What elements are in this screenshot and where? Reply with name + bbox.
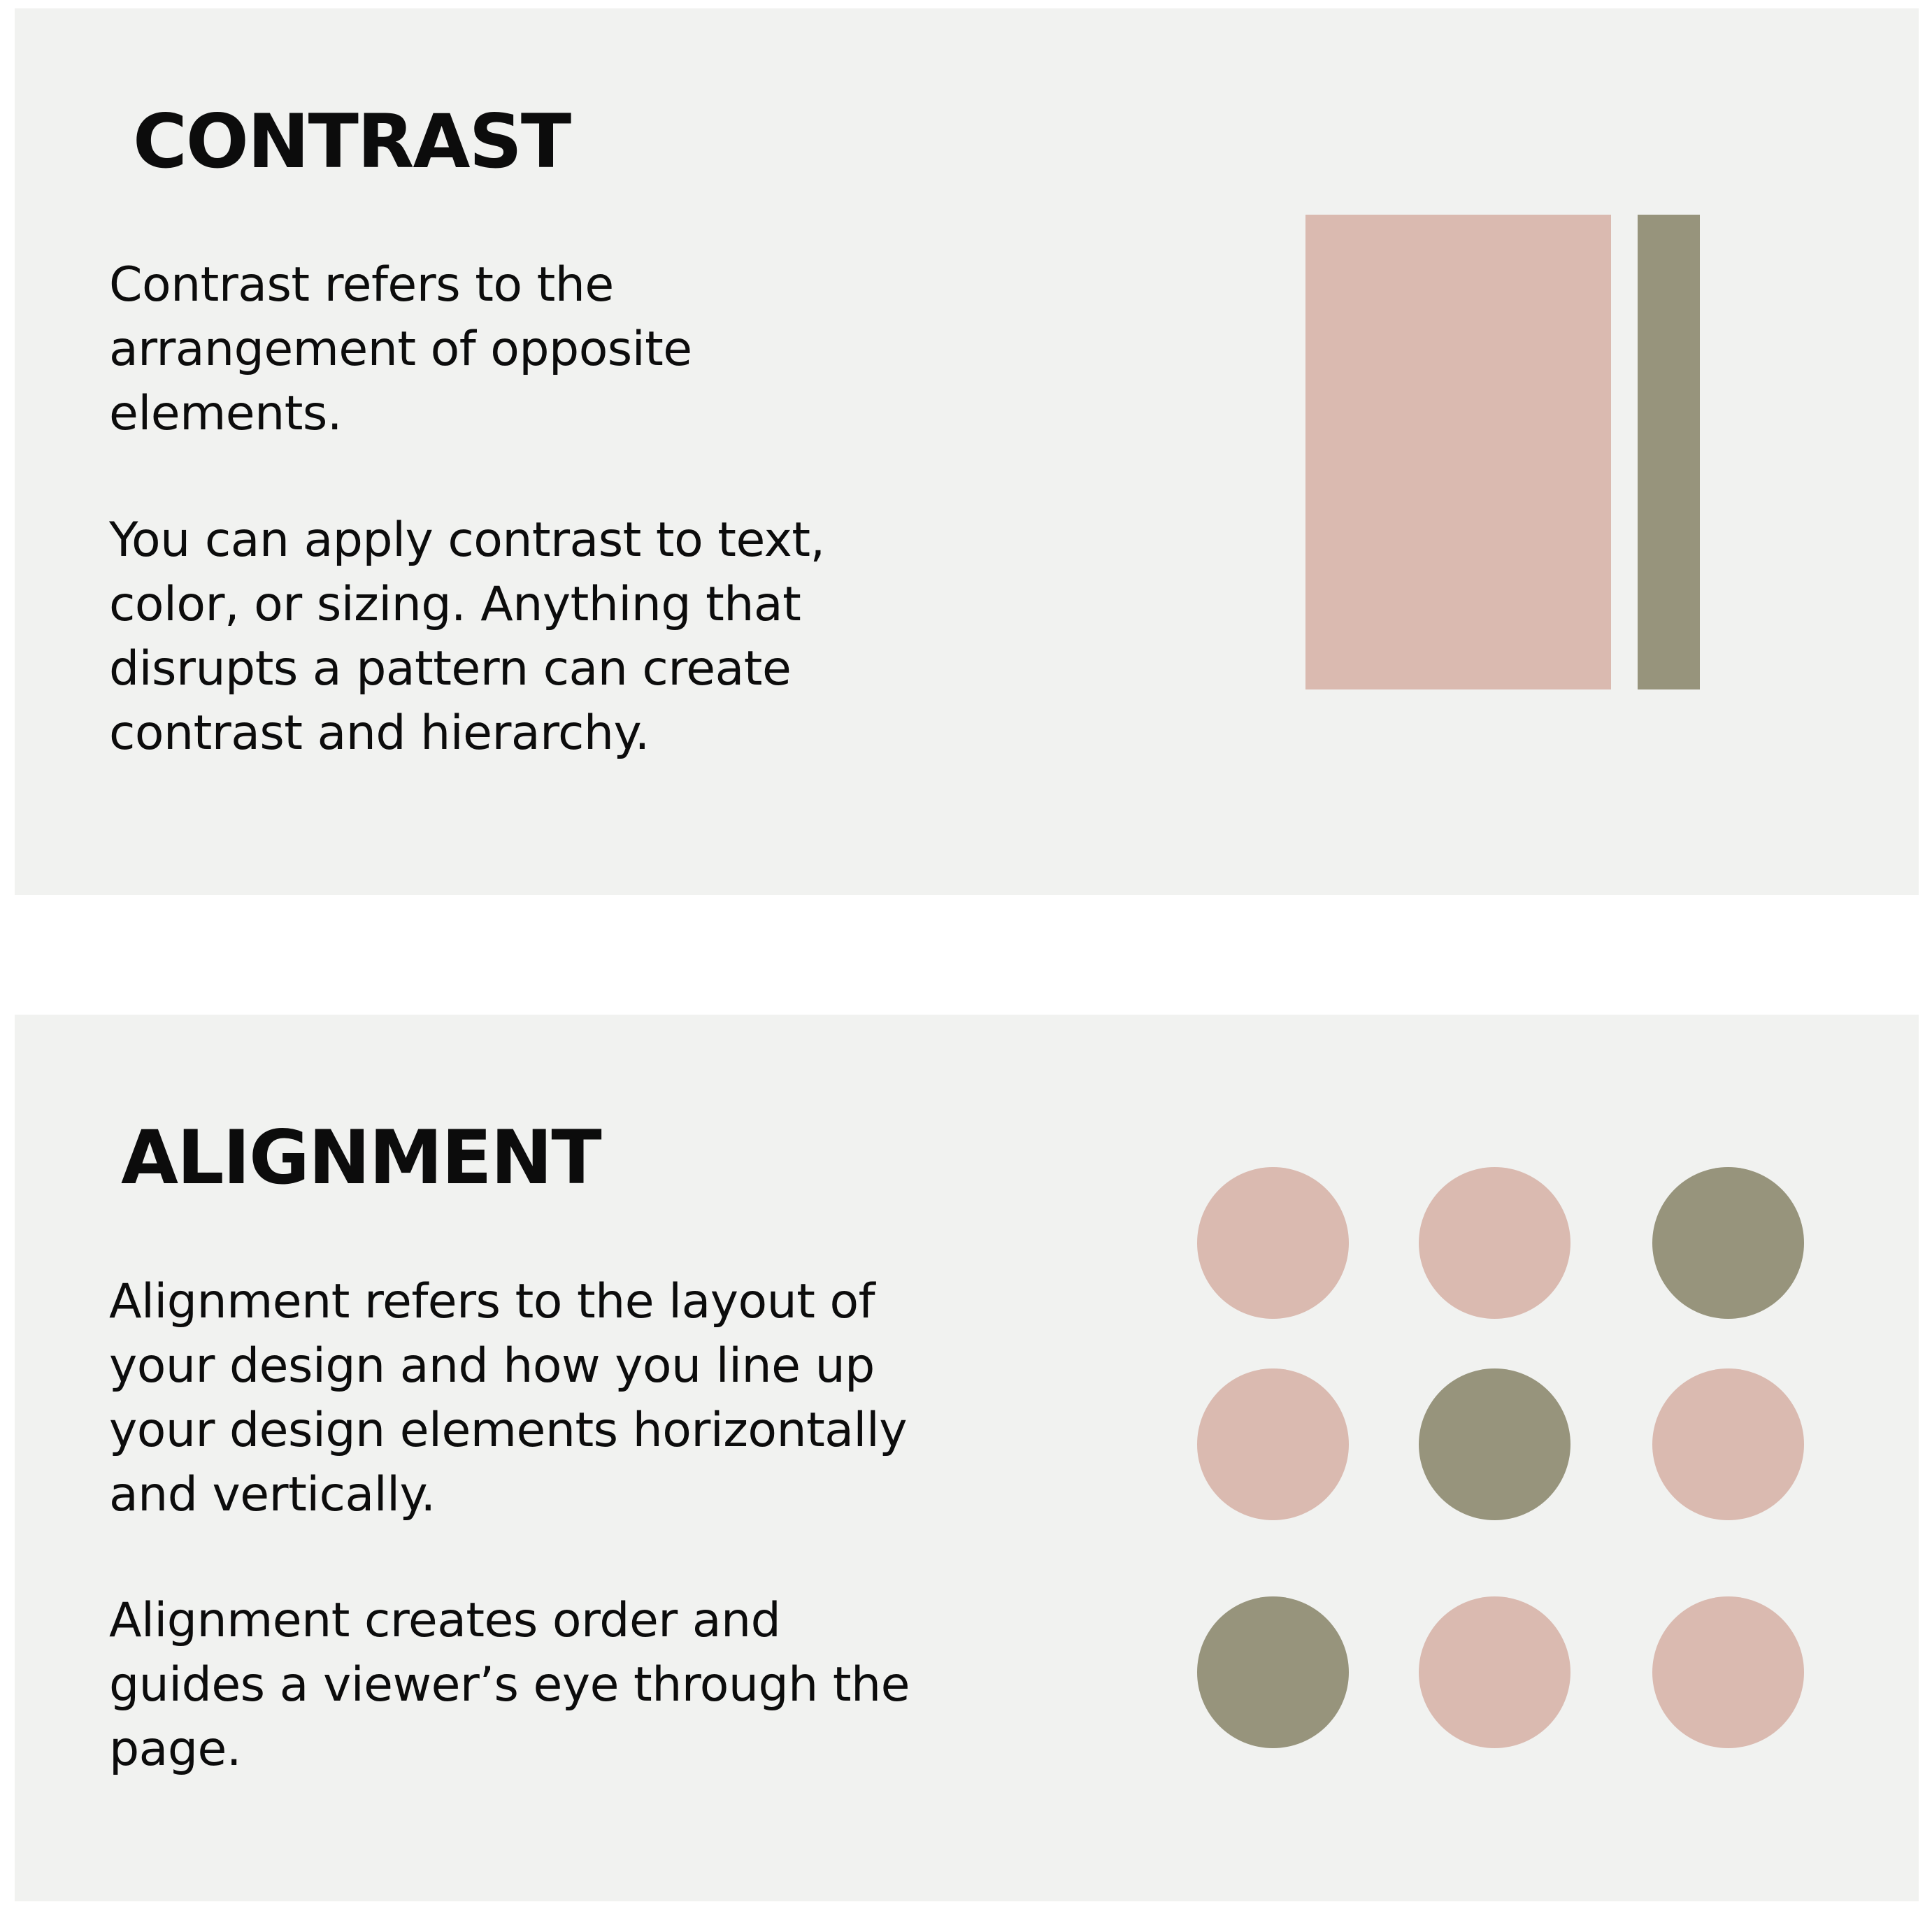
- alignment-dot: [1197, 1167, 1349, 1319]
- contrast-heading: CONTRAST: [133, 99, 571, 185]
- contrast-large-rectangle: [1305, 215, 1611, 689]
- alignment-dot: [1197, 1596, 1349, 1748]
- alignment-heading: ALIGNMENT: [121, 1115, 602, 1201]
- alignment-dot: [1197, 1368, 1349, 1520]
- contrast-thin-rectangle: [1638, 215, 1700, 689]
- alignment-purpose-text: Alignment creates order and guides a vie…: [109, 1593, 910, 1777]
- alignment-dot: [1419, 1167, 1570, 1319]
- alignment-dot: [1652, 1596, 1804, 1748]
- contrast-usage-text: You can apply contrast to text, color, o…: [109, 513, 825, 761]
- alignment-dot: [1652, 1368, 1804, 1520]
- alignment-dot: [1652, 1167, 1804, 1319]
- alignment-dot: [1419, 1596, 1570, 1748]
- contrast-definition-text: Contrast refers to the arrangement of op…: [109, 257, 692, 441]
- alignment-definition-text: Alignment refers to the layout of your d…: [109, 1274, 907, 1522]
- alignment-dot: [1419, 1368, 1570, 1520]
